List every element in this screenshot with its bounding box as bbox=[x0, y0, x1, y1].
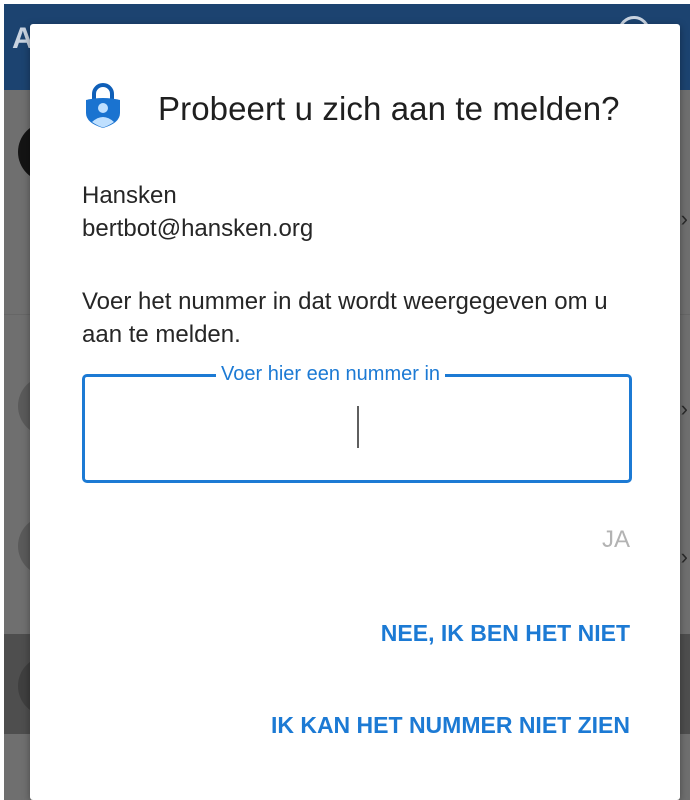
chevron-right-icon: › bbox=[680, 544, 688, 569]
yes-button[interactable]: JA bbox=[602, 526, 630, 554]
text-cursor bbox=[357, 406, 359, 448]
account-email: bertbot@hansken.org bbox=[82, 215, 314, 242]
dialog-title: Probeert u zich aan te melden? bbox=[158, 90, 620, 127]
screen: A › › › Probeert u zich aan te melden? H… bbox=[0, 0, 690, 800]
number-field[interactable]: Voer hier een nummer in bbox=[82, 361, 633, 483]
chevron-right-icon: › bbox=[680, 396, 688, 421]
authenticator-lock-person-icon bbox=[86, 83, 120, 128]
deny-button[interactable]: NEE, IK BEN HET NIET bbox=[381, 620, 630, 647]
sign-in-approval-dialog: Probeert u zich aan te melden? Hansken b… bbox=[30, 24, 680, 800]
chevron-right-icon: › bbox=[680, 206, 688, 231]
instruction-text: Voer het nummer in dat wordt weergegeven… bbox=[82, 288, 608, 348]
cannot-see-number-button[interactable]: IK KAN HET NUMMER NIET ZIEN bbox=[271, 712, 630, 739]
number-input[interactable] bbox=[85, 377, 633, 482]
account-name: Hansken bbox=[82, 182, 177, 209]
